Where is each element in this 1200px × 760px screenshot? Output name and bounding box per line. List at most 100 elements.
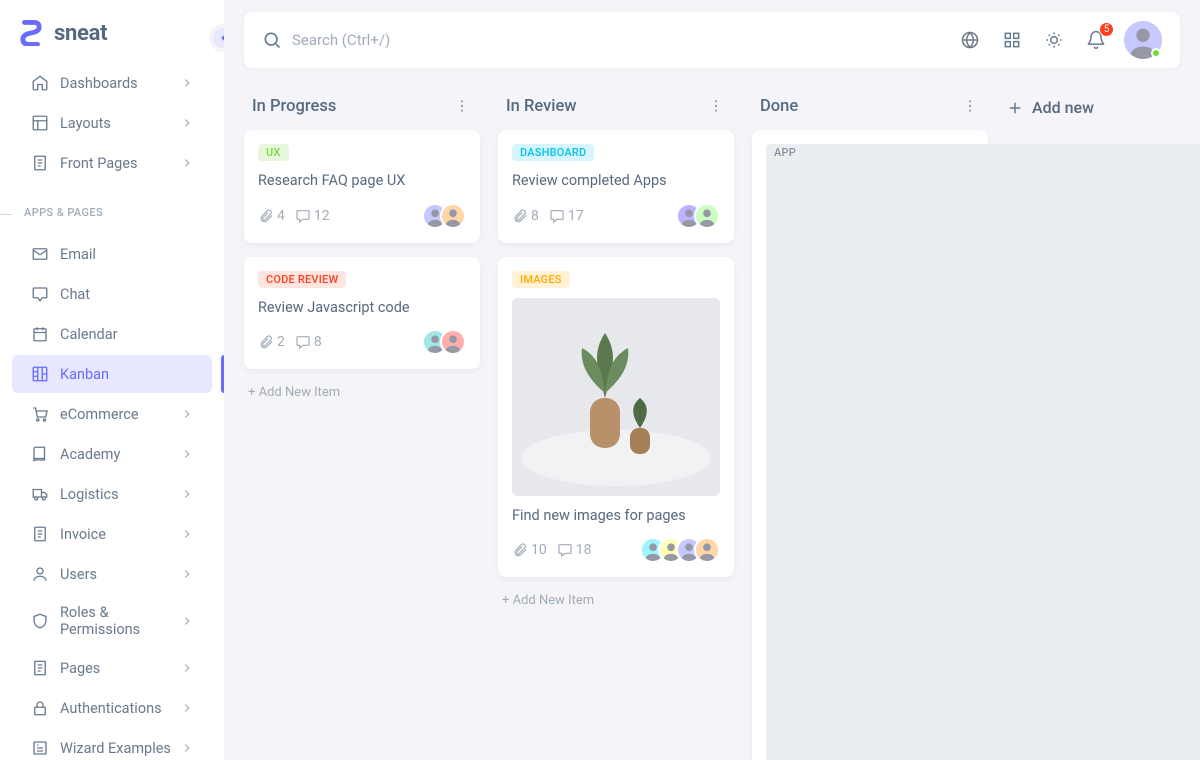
sidebar-item-academy[interactable]: Academy <box>12 435 212 473</box>
chevron-right-icon <box>180 156 194 170</box>
kanban-icon <box>30 364 50 384</box>
chevron-right-icon <box>180 614 194 628</box>
sidebar-item-front-pages[interactable]: Front Pages <box>12 144 212 182</box>
sidebar-item-users[interactable]: Users <box>12 555 212 593</box>
file-icon <box>30 153 50 173</box>
chevron-right-icon <box>180 661 194 675</box>
kanban-card[interactable]: IMAGESFind new images for pages1018 <box>498 257 734 578</box>
chevron-left-icon <box>216 31 224 45</box>
sidebar-item-label: Academy <box>60 446 180 463</box>
cal-icon <box>30 324 50 344</box>
invoice-icon <box>30 524 50 544</box>
sidebar-item-label: Logistics <box>60 486 180 503</box>
column-menu-button[interactable] <box>706 96 726 116</box>
message-icon <box>295 208 311 224</box>
sidebar-item-invoice[interactable]: Invoice <box>12 515 212 553</box>
add-column-label: Add new <box>1032 98 1094 117</box>
mail-icon <box>30 244 50 264</box>
sidebar-item-label: Chat <box>60 286 194 303</box>
add-column-button[interactable]: Add new <box>1006 96 1094 117</box>
user-menu[interactable] <box>1124 21 1162 59</box>
search-input[interactable] <box>292 31 592 49</box>
comment-count: 17 <box>549 208 584 224</box>
message-icon <box>549 208 565 224</box>
sidebar-item-label: Users <box>60 566 180 583</box>
truck-icon <box>30 484 50 504</box>
add-item-button[interactable]: + Add New Item <box>498 591 734 610</box>
sidebar-section-header: APPS & PAGES <box>0 190 224 227</box>
column-menu-button[interactable] <box>452 96 472 116</box>
sidebar-item-authentications[interactable]: Authentications <box>12 689 212 727</box>
sidebar-item-label: Wizard Examples <box>60 740 180 757</box>
language-button[interactable] <box>952 22 988 58</box>
notifications-button[interactable]: 5 <box>1078 22 1114 58</box>
search[interactable] <box>262 30 952 50</box>
paperclip-icon <box>512 208 528 224</box>
card-title: Research FAQ page UX <box>258 171 466 191</box>
notification-badge: 5 <box>1099 22 1114 37</box>
globe-icon <box>960 30 980 50</box>
sun-icon <box>1044 30 1064 50</box>
cart-icon <box>30 404 50 424</box>
lock-icon <box>30 698 50 718</box>
kanban-column: In ReviewDASHBOARDReview completed Apps8… <box>498 96 734 610</box>
message-icon <box>295 334 311 350</box>
sidebar-item-layouts[interactable]: Layouts <box>12 104 212 142</box>
sidebar-item-chat[interactable]: Chat <box>12 275 212 313</box>
sidebar-item-wizard-examples[interactable]: Wizard Examples <box>12 729 212 760</box>
sidebar-item-email[interactable]: Email <box>12 235 212 273</box>
column-menu-button[interactable] <box>960 96 980 116</box>
sidebar-item-kanban[interactable]: Kanban <box>12 355 212 393</box>
kanban-card[interactable]: CODE REVIEWReview Javascript code28 <box>244 257 480 370</box>
add-item-button[interactable]: + Add New Item <box>244 383 480 402</box>
brand-name: sneat <box>54 21 107 46</box>
sidebar-collapse-button[interactable] <box>209 24 224 52</box>
theme-button[interactable] <box>1036 22 1072 58</box>
chevron-right-icon <box>180 567 194 581</box>
assignees <box>422 203 466 229</box>
kanban-column: In Progress UXResearch FAQ page UX412 CODE… <box>244 96 480 402</box>
chevron-right-icon <box>180 487 194 501</box>
chevron-right-icon <box>180 527 194 541</box>
status-online-icon <box>1151 48 1161 58</box>
paperclip-icon <box>258 208 274 224</box>
sidebar-item-label: Dashboards <box>60 75 180 92</box>
file-icon <box>30 658 50 678</box>
chevron-right-icon <box>180 407 194 421</box>
sidebar-item-roles-permissions[interactable]: Roles & Permissions <box>12 595 212 647</box>
kanban-card[interactable]: APPForms & Tables section14 <box>752 130 988 760</box>
sidebar-item-calendar[interactable]: Calendar <box>12 315 212 353</box>
sidebar-item-ecommerce[interactable]: eCommerce <box>12 395 212 433</box>
card-tag: DASHBOARD <box>512 144 594 161</box>
dots-vertical-icon <box>708 98 724 114</box>
brand[interactable]: sneat <box>0 0 224 56</box>
column-title: In Progress <box>252 97 336 116</box>
user-icon <box>30 564 50 584</box>
assignees <box>422 329 466 355</box>
sidebar-item-label: Calendar <box>60 326 194 343</box>
kanban-card[interactable]: DASHBOARDReview completed Apps817 <box>498 130 734 243</box>
sidebar-item-pages[interactable]: Pages <box>12 649 212 687</box>
wizard-icon <box>30 738 50 758</box>
kanban-column: DoneAPPForms & Tables section14CHARTS & … <box>752 96 988 760</box>
sidebar-item-logistics[interactable]: Logistics <box>12 475 212 513</box>
message-icon <box>557 542 573 558</box>
chat-icon <box>30 284 50 304</box>
chevron-right-icon <box>180 76 194 90</box>
shield-icon <box>30 611 50 631</box>
assignee-avatar <box>440 203 466 229</box>
card-title: Review Javascript code <box>258 298 466 318</box>
comment-count: 8 <box>295 334 322 350</box>
sidebar: sneat Dashboards LayoutsFront Pages APPS … <box>0 0 224 760</box>
kanban-card[interactable]: UXResearch FAQ page UX412 <box>244 130 480 243</box>
kanban-board: In Progress UXResearch FAQ page UX412 CODE… <box>224 68 1200 760</box>
assignee-avatar <box>440 329 466 355</box>
sidebar-item-label: Email <box>60 246 194 263</box>
attachment-count: 10 <box>512 542 547 558</box>
sidebar-item-dashboards[interactable]: Dashboards <box>12 64 212 102</box>
assignee-avatar <box>694 537 720 563</box>
apps-button[interactable] <box>994 22 1030 58</box>
paperclip-icon <box>258 334 274 350</box>
topbar: 5 <box>244 12 1180 68</box>
logo-icon <box>18 20 44 46</box>
